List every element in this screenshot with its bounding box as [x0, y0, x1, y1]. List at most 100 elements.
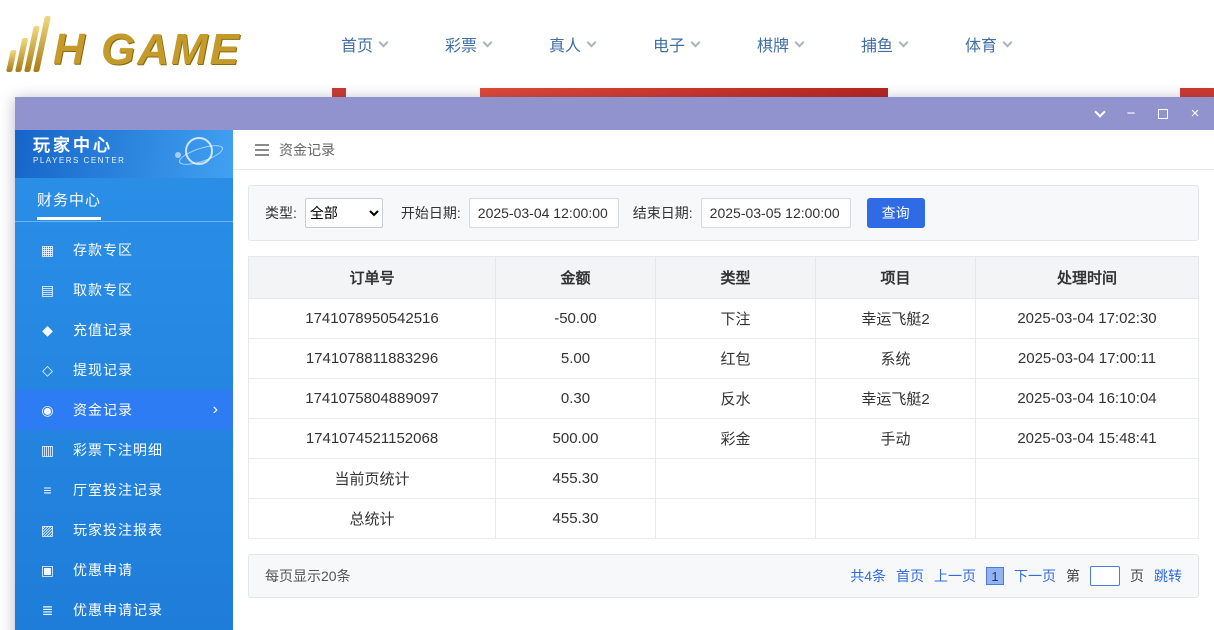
sidebar-item-withdraw-zone[interactable]: ▤ 取款专区 [15, 270, 233, 310]
cell-order-no: 1741075804889097 [249, 379, 496, 419]
next-page-link[interactable]: 下一页 [1014, 566, 1056, 586]
cell-type: 下注 [656, 299, 816, 339]
player-bet-report-icon: ▨ [39, 522, 57, 539]
col-project: 项目 [816, 257, 976, 299]
planet-dot-icon [175, 152, 181, 158]
window-collapse-icon[interactable] [1094, 106, 1105, 117]
chevron-down-icon [1003, 37, 1013, 47]
type-label: 类型: [265, 203, 297, 223]
logo-text: H GAME [53, 28, 241, 72]
cell-project: 幸运飞艇2 [816, 379, 976, 419]
cell-empty [976, 499, 1199, 539]
withdraw-zone-icon: ▤ [39, 282, 57, 299]
end-date-input[interactable] [701, 198, 851, 228]
sidebar-item-recharge-records[interactable]: ◆ 充值记录 [15, 310, 233, 350]
col-processed-time: 处理时间 [976, 257, 1199, 299]
breadcrumb: 资金记录 [233, 130, 1214, 170]
jump-prefix-label: 第 [1066, 566, 1080, 586]
nav-item-sports[interactable]: 体育 [936, 32, 1040, 56]
cell-amount: 500.00 [496, 419, 656, 459]
window-minimize-icon[interactable]: − [1124, 106, 1138, 121]
end-date-label: 结束日期: [633, 203, 693, 223]
table-row: 1741075804889097 0.30 反水 幸运飞艇2 2025-03-0… [249, 379, 1199, 419]
site-logo[interactable]: H GAME [12, 16, 302, 72]
window-close-icon[interactable]: × [1188, 106, 1202, 121]
sidebar-item-withdraw-records[interactable]: ◇ 提现记录 [15, 350, 233, 390]
sidebar-section-finance: 财务中心 [15, 178, 233, 222]
banner-fragment [1180, 88, 1214, 97]
nav-item-fishing[interactable]: 捕鱼 [832, 32, 936, 56]
cell-amount: 5.00 [496, 339, 656, 379]
first-page-link[interactable]: 首页 [896, 566, 924, 586]
logo-bars-icon [6, 16, 51, 72]
funds-records-icon: ◉ [39, 402, 57, 419]
nav-item-home[interactable]: 首页 [312, 32, 416, 56]
recharge-records-icon: ◆ [39, 322, 57, 339]
main-content: 资金记录 类型: 全部 开始日期: 结束日期: 查询 [233, 130, 1214, 630]
query-button[interactable]: 查询 [867, 198, 925, 228]
sidebar-header: 玩家中心 PLAYERS CENTER [15, 130, 233, 178]
top-navigation-bar: H GAME 首页 彩票 真人 电子 棋牌 捕鱼 体育 [0, 0, 1214, 88]
cell-time: 2025-03-04 16:10:04 [976, 379, 1199, 419]
jump-go-link[interactable]: 跳转 [1154, 566, 1182, 586]
cell-summary-amount: 455.30 [496, 499, 656, 539]
sidebar-item-label: 提现记录 [73, 360, 133, 380]
cell-empty [976, 459, 1199, 499]
cell-empty [816, 499, 976, 539]
nav-label: 首页 [341, 32, 373, 56]
chevron-down-icon [587, 37, 597, 47]
sidebar-menu: ▦ 存款专区 ▤ 取款专区 ◆ 充值记录 ◇ 提现记录 ◉ 资金记录 [15, 222, 233, 630]
cell-project: 幸运飞艇2 [816, 299, 976, 339]
sidebar-item-label: 资金记录 [73, 400, 133, 420]
page-size-text: 每页显示20条 [265, 566, 351, 586]
cell-time: 2025-03-04 15:48:41 [976, 419, 1199, 459]
window-maximize-icon[interactable] [1158, 109, 1168, 119]
chevron-down-icon [899, 37, 909, 47]
nav-item-slots[interactable]: 电子 [624, 32, 728, 56]
pagination: 共4条 首页 上一页 1 下一页 第 页 跳转 [850, 566, 1182, 586]
type-select[interactable]: 全部 [305, 198, 383, 228]
nav-item-live[interactable]: 真人 [520, 32, 624, 56]
sidebar-item-player-bet-report[interactable]: ▨ 玩家投注报表 [15, 510, 233, 550]
window-titlebar: − × [15, 97, 1214, 130]
jump-page-input[interactable] [1090, 566, 1120, 586]
sidebar-item-hall-bet-records[interactable]: ≡ 厅室投注记录 [15, 470, 233, 510]
player-center-window: − × 玩家中心 PLAYERS CENTER 财务中心 ▦ 存款专区 ▤ [15, 97, 1214, 630]
prev-page-link[interactable]: 上一页 [934, 566, 976, 586]
background-banner-strip [0, 88, 1214, 97]
sidebar-item-label: 厅室投注记录 [73, 480, 163, 500]
withdraw-records-icon: ◇ [39, 362, 57, 379]
chevron-down-icon [483, 37, 493, 47]
lottery-bet-details-icon: ▥ [39, 442, 57, 459]
cell-empty [656, 459, 816, 499]
table-row: 1741078811883296 5.00 红包 系统 2025-03-04 1… [249, 339, 1199, 379]
sidebar-item-promo-apply[interactable]: ▣ 优惠申请 [15, 550, 233, 590]
sidebar-item-lottery-bet-details[interactable]: ▥ 彩票下注明细 [15, 430, 233, 470]
table-row-page-summary: 当前页统计 455.30 [249, 459, 1199, 499]
nav-label: 电子 [653, 32, 685, 56]
current-page-badge[interactable]: 1 [986, 567, 1004, 585]
sidebar: 玩家中心 PLAYERS CENTER 财务中心 ▦ 存款专区 ▤ 取款专区 ◆ [15, 130, 233, 630]
chevron-down-icon [795, 37, 805, 47]
promo-apply-icon: ▣ [39, 562, 57, 579]
cell-summary-label: 当前页统计 [249, 459, 496, 499]
jump-suffix-label: 页 [1130, 566, 1144, 586]
nav-item-cards[interactable]: 棋牌 [728, 32, 832, 56]
table-footer: 每页显示20条 共4条 首页 上一页 1 下一页 第 页 跳转 [248, 554, 1199, 598]
funds-records-table: 订单号 金额 类型 项目 处理时间 1741078950542516 -50.0… [248, 256, 1199, 539]
sidebar-item-funds-records[interactable]: ◉ 资金记录 › [15, 390, 233, 430]
sidebar-item-label: 彩票下注明细 [73, 440, 163, 460]
sidebar-item-deposit-zone[interactable]: ▦ 存款专区 [15, 230, 233, 270]
sidebar-item-promo-apply-records[interactable]: ≣ 优惠申请记录 [15, 590, 233, 630]
cell-type: 红包 [656, 339, 816, 379]
cell-project: 系统 [816, 339, 976, 379]
cell-amount: 0.30 [496, 379, 656, 419]
nav-item-lottery[interactable]: 彩票 [416, 32, 520, 56]
cell-type: 反水 [656, 379, 816, 419]
start-date-input[interactable] [469, 198, 619, 228]
menu-icon[interactable] [255, 144, 269, 156]
hall-bet-records-icon: ≡ [39, 482, 57, 498]
sidebar-item-label: 取款专区 [73, 280, 133, 300]
banner-fragment [480, 88, 888, 97]
planet-icon [185, 137, 213, 165]
